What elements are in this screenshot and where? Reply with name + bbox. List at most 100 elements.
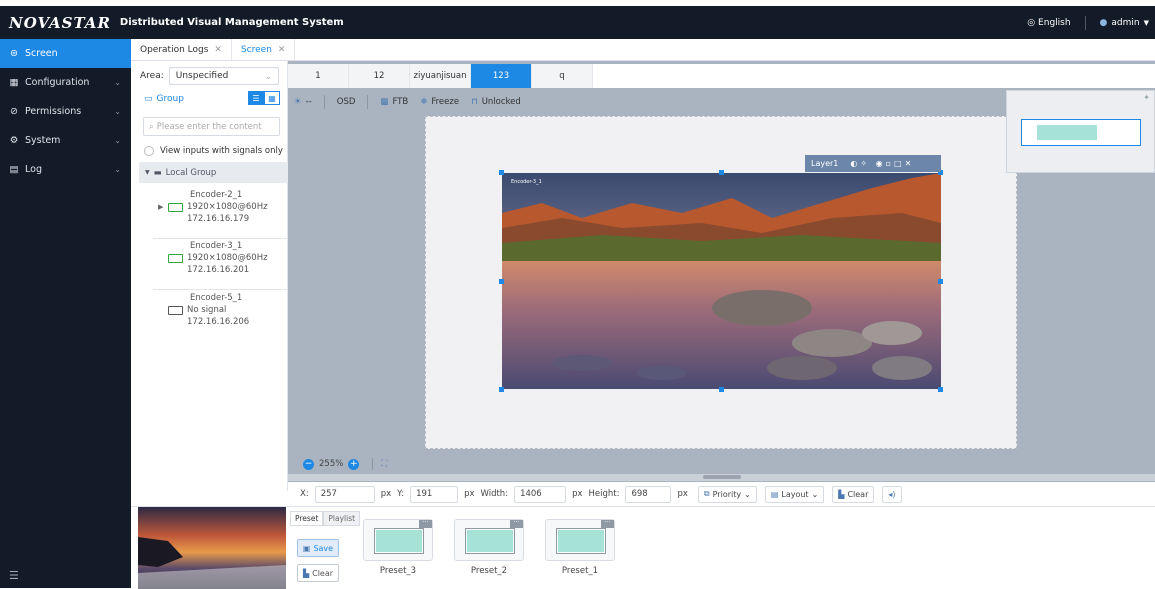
osd-button[interactable]: OSD <box>337 97 356 107</box>
preset-layer <box>376 530 422 552</box>
user-name: admin <box>1111 17 1140 28</box>
resize-handle[interactable] <box>938 279 943 284</box>
chevron-down-icon: ⌄ <box>114 107 121 116</box>
signals-only-option[interactable]: View inputs with signals only <box>144 146 283 156</box>
encoder-name: Encoder-2_1 <box>190 190 243 200</box>
screen-tab[interactable]: 12 <box>349 64 410 88</box>
preset-card[interactable]: ··· <box>454 519 524 561</box>
chevron-down-icon: ⌄ <box>114 78 121 87</box>
clear-label: Clear <box>312 568 334 578</box>
preset-layer <box>558 530 604 552</box>
chevron-down-icon: ⌄ <box>114 136 121 145</box>
collapse-menu-icon[interactable]: ☰ <box>9 569 19 582</box>
horizontal-scrollbar[interactable] <box>288 474 1155 481</box>
more-icon[interactable]: ··· <box>419 520 432 528</box>
x-input[interactable]: 257 <box>314 485 375 503</box>
sidebar-item-label: Configuration <box>25 77 90 88</box>
resize-handle[interactable] <box>938 387 943 392</box>
sidebar-item-log[interactable]: ▤ Log ⌄ <box>0 155 131 184</box>
more-icon[interactable]: ··· <box>601 520 614 528</box>
search-input[interactable]: ⌕ Please enter the content <box>143 117 280 136</box>
sidebar-item-permissions[interactable]: ⊘ Permissions ⌄ <box>0 97 131 126</box>
resize-handle[interactable] <box>499 387 504 392</box>
group-header: ▭ Group ☰ ▦ <box>144 91 280 105</box>
tab-playlist[interactable]: Playlist <box>323 511 361 526</box>
encoder-ip: 172.16.16.206 <box>187 317 250 327</box>
clear-presets-button[interactable]: ▙ Clear <box>297 564 339 582</box>
view-toggle: ☰ ▦ <box>248 91 280 105</box>
lock-button[interactable]: ⊓ Unlocked <box>471 97 521 107</box>
unit-label: px <box>464 489 475 499</box>
tab-operation-logs[interactable]: Operation Logs ✕ <box>131 39 232 60</box>
save-icon: ▣ <box>302 543 311 553</box>
screen-tabs: 1 12 ziyuanjisuan 123 q <box>288 64 1155 88</box>
layout-dropdown[interactable]: ▤ Layout ⌄ <box>764 485 825 503</box>
clear-layers-button[interactable]: ▙ Clear <box>832 485 875 503</box>
input-preview-thumbnail[interactable] <box>138 507 286 589</box>
top-right-controls: ◎ English ● admin ▼ <box>1027 6 1149 39</box>
area-value: Unspecified <box>175 71 229 81</box>
brand-logo: NOVASTAR <box>9 13 111 32</box>
language-switch[interactable]: ◎ English <box>1027 18 1070 28</box>
resize-handle[interactable] <box>719 170 724 175</box>
scrollbar-thumb[interactable] <box>703 475 741 479</box>
user-menu[interactable]: ● admin ▼ <box>1100 18 1149 28</box>
volume-button[interactable]: ◂) <box>882 485 902 503</box>
brightness-control[interactable]: ☀ -- <box>294 97 312 107</box>
screen-tab[interactable]: 123 <box>471 64 532 88</box>
preset-label: Preset_1 <box>561 566 599 576</box>
preset-panel: Preset Playlist ▣ Save ▙ Clear ··· Prese… <box>131 506 1155 589</box>
priority-label: Priority <box>712 489 742 499</box>
screen-tab[interactable]: q <box>532 64 593 88</box>
screen-minimap[interactable]: ✦ <box>1006 90 1155 173</box>
zoom-in-icon[interactable]: + <box>348 458 360 470</box>
globe-icon: ◎ <box>1027 17 1036 28</box>
area-select[interactable]: Unspecified ⌄ <box>168 67 279 85</box>
sidebar-item-screen[interactable]: ⊜ Screen <box>0 39 131 68</box>
avatar-icon: ● <box>1099 17 1108 28</box>
brightness-icon: ☀ <box>294 97 302 107</box>
folder-icon: ▭ <box>144 94 153 104</box>
encoder-item[interactable]: Encoder-3_1 1920×1080@60Hz 172.16.16.201 <box>153 240 288 290</box>
freeze-button[interactable]: ❄ Freeze <box>420 97 459 107</box>
sidebar-item-configuration[interactable]: ▦ Configuration ⌄ <box>0 68 131 97</box>
tab-screen[interactable]: Screen ✕ <box>232 39 296 60</box>
priority-dropdown[interactable]: ⧉ Priority ⌄ <box>697 485 757 503</box>
screen-toolbar: ☀ -- OSD ▩ FTB ❄ Freeze ⊓ Unlocked <box>288 90 1008 114</box>
save-preset-button[interactable]: ▣ Save <box>297 539 339 557</box>
resize-handle[interactable] <box>499 279 504 284</box>
layer-action-icons[interactable]: ◐✧ ◉▫□✕ <box>850 159 914 168</box>
local-group-node[interactable]: ▼ ▬ Local Group <box>139 162 288 183</box>
y-input[interactable]: 191 <box>410 485 459 503</box>
settings-icon[interactable]: ✦ <box>1143 93 1150 102</box>
ftb-button[interactable]: ▩ FTB <box>380 97 408 107</box>
layer-window[interactable]: Encoder-3_1 <box>502 173 941 389</box>
caret-right-icon[interactable]: ▶ <box>158 201 166 213</box>
sidebar-item-system[interactable]: ⚙ System ⌄ <box>0 126 131 155</box>
close-icon[interactable]: ✕ <box>214 45 222 55</box>
preset-card[interactable]: ··· <box>545 519 615 561</box>
screen-tab[interactable]: 1 <box>288 64 349 88</box>
chevron-down-icon: ⌄ <box>811 489 819 499</box>
encoder-item[interactable]: Encoder-2_1 ▶ 1920×1080@60Hz 172.16.16.1… <box>153 189 288 239</box>
resize-handle[interactable] <box>499 170 504 175</box>
grid-view-icon[interactable]: ▦ <box>264 91 280 105</box>
more-icon[interactable]: ··· <box>510 520 523 528</box>
zoom-out-icon[interactable]: − <box>303 458 314 470</box>
fit-screen-icon[interactable]: ⛶ <box>381 459 387 469</box>
tab-preset[interactable]: Preset <box>290 511 324 526</box>
encoder-name: Encoder-3_1 <box>190 241 243 251</box>
screen-tab[interactable]: ziyuanjisuan <box>410 64 471 88</box>
unit-label: px <box>677 489 688 499</box>
resize-handle[interactable] <box>719 387 724 392</box>
list-view-icon[interactable]: ☰ <box>248 91 264 105</box>
height-input[interactable]: 698 <box>625 485 672 503</box>
preset-card[interactable]: ··· <box>363 519 433 561</box>
x-label: X: <box>300 489 309 499</box>
chevron-down-icon: ⌄ <box>114 165 121 174</box>
signals-only-checkbox[interactable] <box>144 146 154 156</box>
width-input[interactable]: 1406 <box>514 485 567 503</box>
close-icon[interactable]: ✕ <box>278 45 286 55</box>
sidebar: ⊜ Screen ▦ Configuration ⌄ ⊘ Permissions… <box>0 39 131 588</box>
encoder-item[interactable]: Encoder-5_1 No signal 172.16.16.206 <box>153 292 288 342</box>
